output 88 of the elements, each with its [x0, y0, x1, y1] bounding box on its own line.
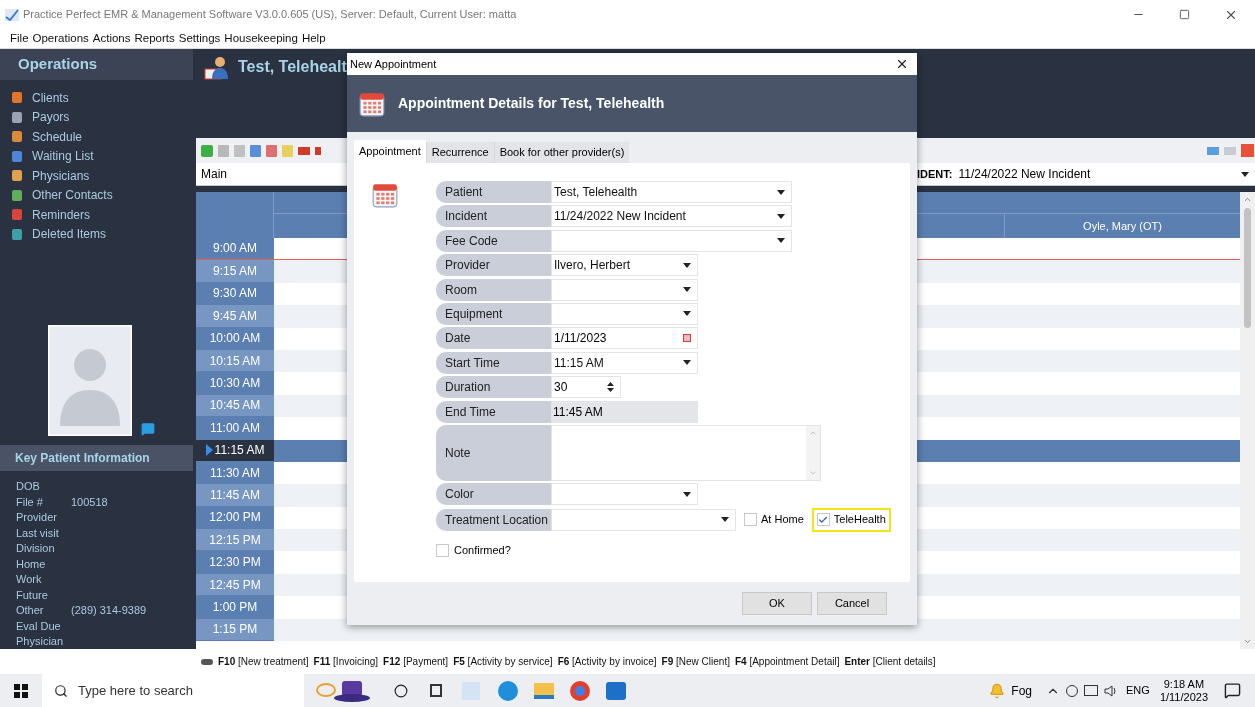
shortcut-hint: F5 [Activity by service] — [453, 655, 553, 669]
info-label: Future — [16, 587, 49, 603]
time-slot[interactable]: 11:00 AM — [196, 417, 274, 440]
info-label: Work — [16, 572, 43, 587]
checkbox-option[interactable]: At Home — [739, 507, 809, 532]
field-label: Patient — [436, 181, 551, 203]
clock-date[interactable]: 1/11/2023 — [1159, 690, 1208, 704]
dropdown[interactable]: 11:15 AM — [551, 351, 698, 374]
sidebar-item[interactable]: Clients — [12, 88, 193, 108]
checkbox-label: Confirmed? — [454, 543, 511, 559]
menu-item[interactable]: Reports — [134, 29, 175, 48]
incident-dropdown[interactable]: 11/24/2022 New Incident — [958, 164, 1255, 184]
info-value: 100518 — [71, 494, 108, 510]
field-label: Start Time — [436, 351, 551, 374]
menu-item[interactable]: Operations — [32, 29, 89, 48]
time-slot[interactable]: 9:30 AM — [196, 282, 274, 306]
menu-item[interactable]: Housekeeping — [224, 29, 298, 48]
field-label: Fee Code — [436, 229, 551, 252]
field-label: Equipment — [436, 302, 551, 325]
time-slot[interactable]: 9:00 AM — [196, 238, 274, 260]
tab[interactable]: Recurrence — [425, 142, 494, 163]
menu-item[interactable]: Settings — [178, 29, 221, 48]
dropdown[interactable]: Ilvero, Herbert — [551, 254, 698, 277]
field-label: End Time — [436, 400, 551, 423]
info-label: Division — [16, 541, 56, 556]
menu-item[interactable]: File — [10, 29, 29, 48]
info-label: DOB — [16, 479, 41, 494]
patient-name: Test, Telehealt — [238, 57, 347, 77]
sidebar-item[interactable]: Schedule — [12, 127, 193, 147]
info-label: File # — [16, 494, 44, 510]
sidebar-item[interactable]: Physicians — [12, 166, 193, 186]
view-name: Main — [201, 166, 228, 183]
info-label: Home — [16, 556, 47, 572]
field-label: Incident — [436, 205, 551, 228]
shortcut-hint: F12 [Payment] — [383, 655, 449, 669]
field-label: Note — [436, 424, 551, 481]
dialog-title: New Appointment — [350, 56, 437, 72]
time-slot[interactable]: 12:00 PM — [196, 506, 274, 530]
sidebar-item[interactable]: Other Contacts — [12, 185, 193, 206]
field-label: Room — [436, 278, 551, 301]
number-field[interactable]: 30 — [551, 376, 621, 399]
shortcut-hint: F4 [Appointment Detail] — [734, 655, 840, 669]
sidebar-item[interactable]: Payors — [12, 107, 193, 128]
field-label: Date — [436, 327, 551, 350]
field-label: Treatment Location — [436, 508, 551, 531]
time-slot[interactable]: 10:30 AM — [196, 372, 274, 395]
clock-time[interactable]: 9:18 AM — [1163, 677, 1205, 691]
section-header: Key Patient Information — [0, 445, 193, 471]
date-field[interactable]: 1/11/2023 — [551, 327, 698, 350]
sidebar-item[interactable]: Waiting List — [12, 146, 193, 167]
taskbar-search-field[interactable]: Type here to search — [42, 674, 304, 707]
sidebar-item[interactable]: Deleted Items — [12, 224, 193, 245]
field-label: Color — [436, 483, 551, 506]
language-indicator[interactable]: ENG — [1126, 682, 1150, 699]
shortcut-hint: F6 [Activity by invoice] — [557, 655, 657, 669]
checkbox-option[interactable]: TeleHealth — [811, 507, 891, 532]
tab[interactable]: Book for other provider(s) — [493, 142, 630, 163]
window-title: Practice Perfect EMR & Management Software V3.0.0.605 (US), Server: Default, Current User: matta — [23, 7, 518, 23]
time-slot[interactable]: 11:15 AM — [196, 439, 274, 462]
info-label: Other — [16, 603, 45, 618]
shortcut-hint: F10 [New treatment] — [218, 655, 309, 669]
field-label: Duration — [436, 376, 551, 399]
time-slot[interactable]: 11:30 AM — [196, 461, 274, 485]
field-label: Provider — [436, 254, 551, 277]
info-label: Provider — [16, 510, 58, 525]
dialog-button[interactable]: OK — [742, 592, 812, 615]
dropdown[interactable]: Test, Telehealth — [551, 181, 792, 203]
time-slot[interactable]: 12:30 PM — [196, 551, 274, 574]
end-time-field: 11:45 AM — [551, 400, 698, 423]
info-value: (289) 314-9389 — [71, 603, 147, 618]
shortcut-hint: F9 [New Client] — [661, 655, 730, 669]
menu-item[interactable]: Help — [301, 29, 326, 48]
incident-label: IDENT: — [917, 166, 953, 182]
weather-text: Fog — [1011, 682, 1033, 700]
info-label: Eval Due — [16, 618, 62, 634]
sidebar-title: Operations — [0, 49, 193, 81]
time-slot[interactable]: 10:00 AM — [196, 327, 274, 350]
dialog-button[interactable]: Cancel — [817, 592, 887, 615]
time-slot[interactable]: 1:00 PM — [196, 596, 274, 619]
sidebar-item[interactable]: Reminders — [12, 205, 193, 225]
tab[interactable]: Appointment — [354, 140, 426, 163]
dialog-header: Appointment Details for Test, Telehealth — [398, 94, 665, 113]
info-label: Last visit — [16, 525, 60, 541]
menu-item[interactable]: Actions — [92, 29, 131, 48]
shortcut-hint: Enter [Client details] — [844, 655, 936, 669]
info-label: Physician — [16, 634, 65, 649]
dropdown[interactable]: 11/24/2022 New Incident — [551, 205, 792, 228]
shortcut-hint: F11 [Invoicing] — [313, 655, 379, 669]
